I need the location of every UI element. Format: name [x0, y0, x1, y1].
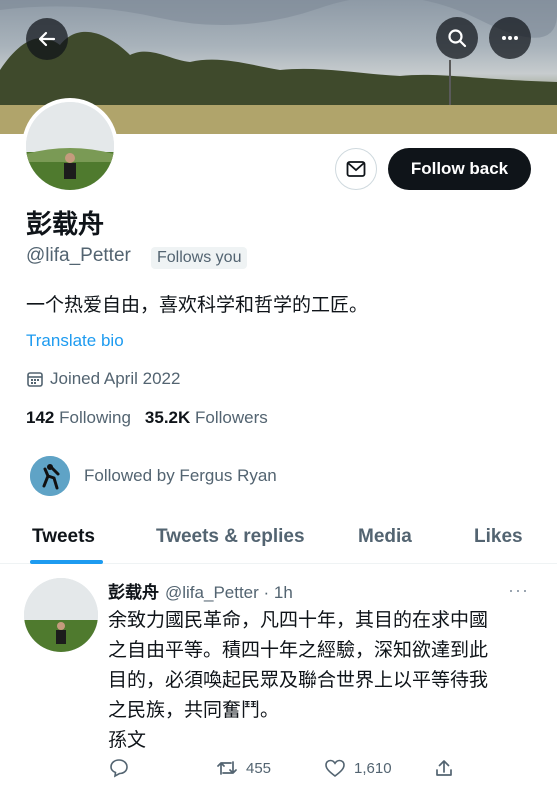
like-button[interactable]: 1,610 [324, 758, 392, 778]
avatar-image [26, 102, 114, 190]
followers-link[interactable]: 35.2K Followers [145, 408, 268, 428]
tab-tweets-replies[interactable]: Tweets & replies [156, 526, 305, 548]
message-button[interactable] [335, 148, 377, 190]
profile-tabs: Tweets Tweets & replies Media Likes [0, 512, 557, 564]
followed-by-row[interactable]: Followed by Fergus Ryan [30, 456, 277, 496]
followers-label: Followers [195, 408, 268, 427]
joined-text: Joined April 2022 [50, 369, 181, 388]
retweet-count: 455 [246, 759, 272, 777]
tab-media[interactable]: Media [358, 526, 412, 548]
more-icon [502, 36, 518, 40]
followed-by-text: Followed by Fergus Ryan [84, 466, 277, 485]
search-button[interactable] [436, 17, 478, 59]
calendar-icon [27, 372, 43, 387]
tweet-header: 彭载舟 @lifa_Petter · 1h [108, 578, 293, 603]
followers-count: 35.2K [144, 408, 191, 427]
tab-likes[interactable]: Likes [474, 526, 523, 548]
like-icon [325, 759, 345, 778]
share-icon [436, 760, 452, 776]
mail-icon [346, 161, 366, 177]
reply-icon [110, 759, 128, 778]
following-label: Following [59, 408, 131, 427]
tweet-handle-time: @lifa_Petter · 1h [165, 583, 293, 602]
following-link[interactable]: 142 Following [26, 408, 131, 428]
translate-bio-link[interactable]: Translate bio [26, 331, 124, 351]
active-tab-indicator [30, 560, 103, 564]
follow-back-button[interactable]: Follow back [388, 148, 531, 190]
tab-tweets[interactable]: Tweets [32, 526, 95, 548]
follow-stats: 142 Following 35.2K Followers [26, 408, 268, 428]
back-arrow-icon [38, 31, 56, 47]
profile-name: 彭载舟 [26, 209, 105, 239]
tweet-author-name[interactable]: 彭载舟 [108, 578, 159, 603]
like-count: 1,610 [354, 759, 392, 777]
back-button[interactable] [26, 18, 68, 60]
tweet-more-icon[interactable]: ··· [508, 580, 529, 601]
retweet-button[interactable]: 455 [216, 758, 271, 778]
share-button[interactable] [434, 758, 454, 778]
search-icon [448, 29, 467, 48]
follower-avatar [30, 456, 70, 496]
follows-you-badge: Follows you [151, 247, 248, 269]
tweet-actions: 455 1,610 [108, 758, 538, 784]
follower-avatar-image [30, 456, 70, 496]
joined-date: Joined April 2022 [26, 369, 180, 389]
profile-handle: @lifa_Petter [26, 245, 131, 266]
profile-bio: 一个热爱自由，喜欢科学和哲学的工匠。 [26, 295, 369, 316]
tweet-text: 余致力國民革命，凡四十年，其目的在求中國 之自由平等。積四十年之經驗，深知欲達到… [108, 610, 489, 751]
profile-avatar[interactable] [22, 98, 118, 194]
retweet-icon [217, 761, 237, 775]
tweet-avatar[interactable] [24, 578, 98, 652]
more-button[interactable] [489, 17, 531, 59]
tweet-avatar-image [24, 578, 98, 652]
following-count: 142 [26, 408, 55, 427]
reply-button[interactable] [108, 758, 130, 778]
